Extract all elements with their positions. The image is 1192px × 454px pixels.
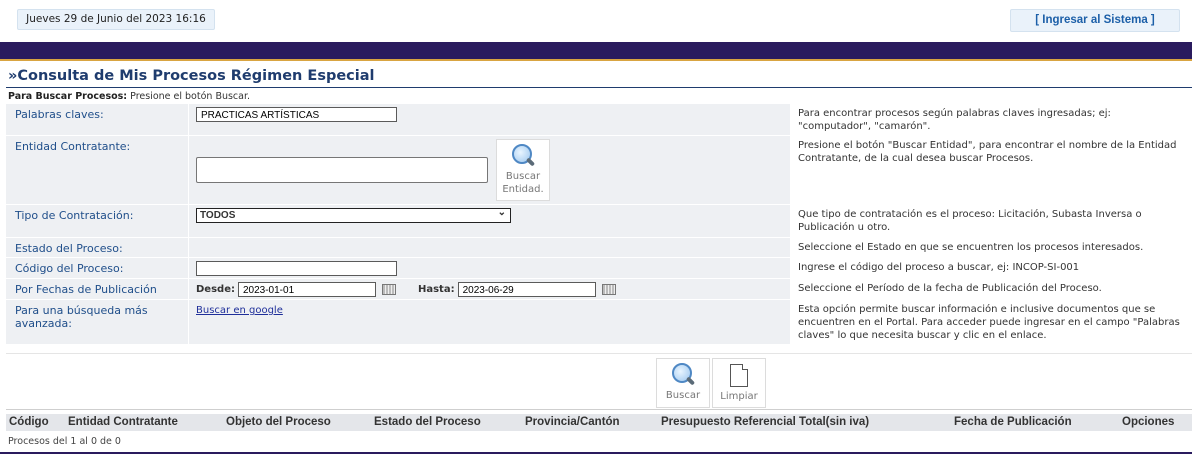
col-object: Objeto del Proceso xyxy=(226,416,331,428)
magnifier-icon xyxy=(511,144,536,168)
dates-label: Por Fechas de Publicación xyxy=(6,278,189,300)
action-bar: Buscar Limpiar xyxy=(6,353,1192,410)
entity-textarea[interactable] xyxy=(196,157,488,183)
from-label: Desde: xyxy=(196,284,235,295)
code-help: Ingrese el código del proceso a buscar, … xyxy=(790,257,1192,279)
entity-help: Presione el botón "Buscar Entidad", para… xyxy=(790,135,1192,205)
row-advanced: Para una búsqueda más avanzada: Buscar e… xyxy=(6,299,1192,345)
col-status: Estado del Proceso xyxy=(374,416,481,428)
entity-label: Entidad Contratante: xyxy=(6,135,189,205)
code-cell xyxy=(188,257,790,279)
search-entity-label-1: Buscar xyxy=(505,171,541,182)
magnifier-icon xyxy=(671,363,696,387)
col-entity: Entidad Contratante xyxy=(68,416,178,428)
row-keywords: Palabras claves: PRACTICAS ARTÍSTICAS Pa… xyxy=(6,104,1192,136)
col-options: Opciones xyxy=(1122,416,1175,428)
keywords-label: Palabras claves: xyxy=(6,104,189,136)
keywords-help: Para encontrar procesos según palabras c… xyxy=(790,104,1192,136)
entity-cell: Buscar Entidad. xyxy=(188,135,790,205)
search-button-label: Buscar xyxy=(665,390,701,401)
banner-accent-line xyxy=(0,59,1192,61)
to-label: Hasta: xyxy=(417,284,455,295)
login-link[interactable]: [ Ingresar al Sistema ] xyxy=(1010,9,1180,32)
code-label: Código del Proceso: xyxy=(6,257,189,279)
col-code: Código xyxy=(9,416,49,428)
advanced-label: Para una búsqueda más avanzada: xyxy=(6,299,189,345)
calendar-icon[interactable] xyxy=(601,284,616,295)
contract-type-label: Tipo de Contratación: xyxy=(6,204,189,238)
results-summary: Procesos del 1 al 0 de 0 xyxy=(8,436,121,447)
status-help: Seleccione el Estado en que se encuentre… xyxy=(790,237,1192,258)
contract-type-cell: TODOS ⌄ xyxy=(188,204,790,238)
header-banner xyxy=(0,42,1192,59)
keywords-cell: PRACTICAS ARTÍSTICAS xyxy=(188,104,790,136)
row-dates: Por Fechas de Publicación Desde: 2023-01… xyxy=(6,278,1192,300)
dates-cell: Desde: 2023-01-01 Hasta: 2023-06-29 xyxy=(188,278,790,300)
contract-type-help: Que tipo de contratación es el proceso: … xyxy=(790,204,1192,238)
clear-button-label: Limpiar xyxy=(720,391,758,402)
search-hint-text: Presione el botón Buscar. xyxy=(127,91,251,102)
row-status: Estado del Proceso: Seleccione el Estado… xyxy=(6,237,1192,258)
status-cell xyxy=(188,237,790,258)
search-button[interactable]: Buscar xyxy=(656,358,710,408)
col-province: Provincia/Cantón xyxy=(525,416,620,428)
keywords-input[interactable]: PRACTICAS ARTÍSTICAS xyxy=(196,107,397,122)
clear-button[interactable]: Limpiar xyxy=(712,358,766,408)
code-input[interactable] xyxy=(196,261,397,276)
chevron-down-icon: ⌄ xyxy=(497,207,506,218)
advanced-cell: Buscar en google xyxy=(188,299,790,345)
search-entity-button[interactable]: Buscar Entidad. xyxy=(496,139,550,201)
from-date-input[interactable]: 2023-01-01 xyxy=(237,282,376,297)
contract-type-select[interactable]: TODOS ⌄ xyxy=(196,207,511,223)
row-code: Código del Proceso: Ingrese el código de… xyxy=(6,257,1192,279)
google-search-link[interactable]: Buscar en google xyxy=(196,305,283,316)
page-title: »Consulta de Mis Procesos Régimen Especi… xyxy=(8,68,375,84)
row-contract-type: Tipo de Contratación: TODOS ⌄ Que tipo d… xyxy=(6,204,1192,238)
search-form: Palabras claves: PRACTICAS ARTÍSTICAS Pa… xyxy=(6,104,1192,345)
to-date-input[interactable]: 2023-06-29 xyxy=(457,282,596,297)
advanced-help: Esta opción permite buscar información e… xyxy=(790,299,1192,345)
row-entity: Entidad Contratante: Buscar Entidad. Pre… xyxy=(6,135,1192,205)
calendar-icon[interactable] xyxy=(381,284,396,295)
document-icon xyxy=(730,364,748,387)
contract-type-value: TODOS xyxy=(200,210,236,221)
col-date: Fecha de Publicación xyxy=(954,416,1072,428)
status-label: Estado del Proceso: xyxy=(6,237,189,258)
search-entity-label-2: Entidad. xyxy=(502,184,544,195)
results-header: Código Entidad Contratante Objeto del Pr… xyxy=(6,414,1192,431)
col-budget: Presupuesto Referencial Total(sin iva) xyxy=(661,416,870,428)
title-divider xyxy=(6,87,1192,88)
current-date: Jueves 29 de Junio del 2023 16:16 xyxy=(17,9,215,30)
dates-help: Seleccione el Período de la fecha de Pub… xyxy=(790,278,1192,300)
top-bar: Jueves 29 de Junio del 2023 16:16 [ Ingr… xyxy=(0,0,1192,40)
search-hint-bold: Para Buscar Procesos: xyxy=(8,91,128,102)
search-hint: Para Buscar Procesos: Presione el botón … xyxy=(8,91,250,102)
